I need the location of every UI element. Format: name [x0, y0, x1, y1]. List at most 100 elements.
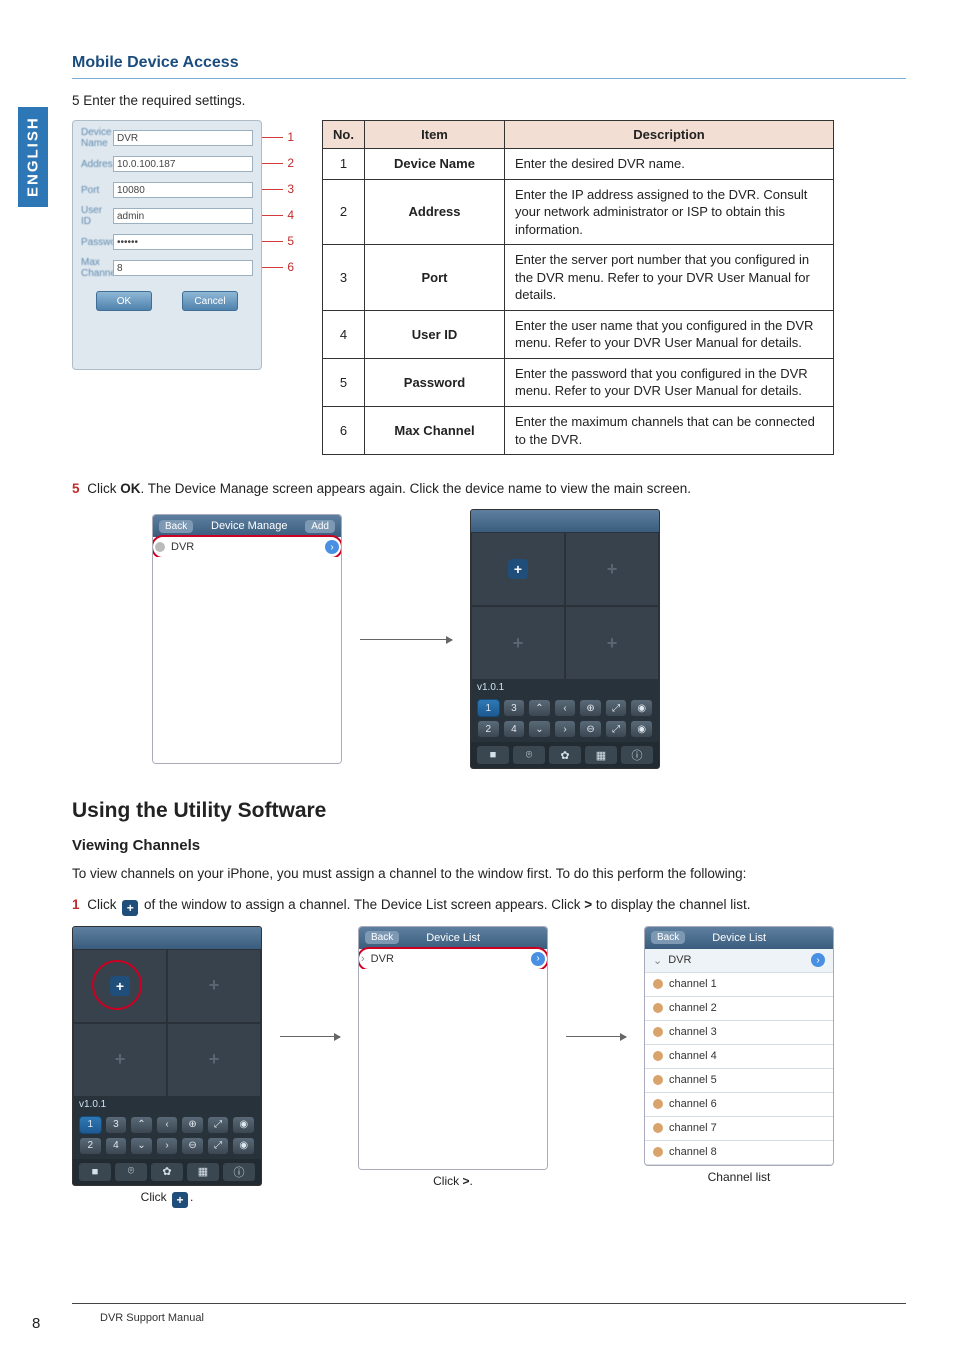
- label-max: Max Channel: [81, 257, 113, 279]
- zoom-out-button[interactable]: ⊖: [181, 1137, 204, 1155]
- info-button[interactable]: ⓘ: [621, 746, 653, 764]
- add-placeholder-icon[interactable]: +: [209, 1049, 220, 1070]
- add-placeholder-icon[interactable]: +: [209, 975, 220, 996]
- th-no: No.: [323, 121, 365, 149]
- camera-icon: [653, 1147, 663, 1157]
- callout-circle: [92, 960, 142, 1010]
- ok-button[interactable]: OK: [96, 291, 152, 311]
- camera-icon: [653, 1075, 663, 1085]
- channel-row[interactable]: channel 6: [645, 1093, 833, 1117]
- chevron-icon[interactable]: ›: [325, 540, 339, 554]
- channel-row[interactable]: channel 2: [645, 997, 833, 1021]
- expand-icon[interactable]: ›: [531, 952, 545, 966]
- description-table: No. Item Description 1Device NameEnter t…: [322, 120, 834, 455]
- label-device-name: Device Name: [81, 127, 113, 149]
- layout-4-button[interactable]: 4: [503, 720, 526, 738]
- device-name: DVR: [371, 953, 394, 965]
- fullscreen-button[interactable]: ⤢: [605, 699, 628, 717]
- footer-text: DVR Support Manual: [100, 1312, 204, 1324]
- input-address[interactable]: [113, 156, 253, 172]
- grid-button[interactable]: ▦: [585, 746, 617, 764]
- camera-button[interactable]: ⌾: [513, 746, 545, 764]
- down-button[interactable]: ⌄: [130, 1137, 153, 1155]
- plus-icon: +: [172, 1192, 188, 1208]
- input-device-name[interactable]: [113, 130, 253, 146]
- channel-row[interactable]: channel 5: [645, 1069, 833, 1093]
- fit-button[interactable]: ⤢: [605, 720, 628, 738]
- lead-5: 5: [287, 234, 294, 248]
- zoom-out-button[interactable]: ⊖: [579, 720, 602, 738]
- stop-rec-button[interactable]: ◉: [232, 1137, 255, 1155]
- device-row[interactable]: ⌄ DVR ›: [645, 949, 833, 973]
- add-placeholder-icon[interactable]: +: [607, 559, 618, 580]
- utility-heading: Using the Utility Software: [72, 799, 906, 823]
- zoom-in-button[interactable]: ⊕: [181, 1116, 204, 1134]
- right-button[interactable]: ›: [554, 720, 577, 738]
- input-password[interactable]: [113, 234, 253, 250]
- add-channel-icon[interactable]: +: [508, 559, 528, 579]
- device-row[interactable]: DVR ›: [152, 535, 342, 559]
- record-button[interactable]: ◉: [232, 1116, 255, 1134]
- back-button[interactable]: Back: [159, 520, 193, 533]
- input-user[interactable]: [113, 208, 253, 224]
- callout-leads: 1 2 3 4 5 6: [262, 120, 294, 455]
- input-port[interactable]: [113, 182, 253, 198]
- device-list-screenshot: Back Device List › DVR ›: [358, 926, 548, 1170]
- left-button[interactable]: ‹: [554, 699, 577, 717]
- caption-b: Click >.: [358, 1174, 548, 1188]
- channel-row[interactable]: channel 3: [645, 1021, 833, 1045]
- fullscreen-button[interactable]: ⤢: [207, 1116, 230, 1134]
- cancel-button[interactable]: Cancel: [182, 291, 238, 311]
- layout-1-button[interactable]: 1: [477, 699, 500, 717]
- chevron-down-icon: ⌄: [653, 954, 662, 967]
- grid-button[interactable]: ▦: [187, 1163, 219, 1181]
- fit-button[interactable]: ⤢: [207, 1137, 230, 1155]
- info-button[interactable]: ⓘ: [223, 1163, 255, 1181]
- device-name: DVR: [668, 954, 691, 966]
- channel-row[interactable]: channel 7: [645, 1117, 833, 1141]
- camera-icon: [653, 979, 663, 989]
- back-button[interactable]: Back: [365, 931, 399, 944]
- lead-4: 4: [287, 208, 294, 222]
- add-placeholder-icon[interactable]: +: [115, 1049, 126, 1070]
- viewer-screenshot: + + + + v1.0.1 1 3 ⌃ ‹ ⊕ ⤢ ◉ 2 4 ⌄ › ⊖ ⤢…: [470, 509, 660, 769]
- caption-c: Channel list: [644, 1170, 834, 1184]
- settings-button[interactable]: ✿: [151, 1163, 183, 1181]
- device-name: DVR: [171, 541, 194, 553]
- expand-icon[interactable]: ›: [811, 953, 825, 967]
- channel-row[interactable]: channel 4: [645, 1045, 833, 1069]
- up-button[interactable]: ⌃: [130, 1116, 153, 1134]
- left-button[interactable]: ‹: [156, 1116, 179, 1134]
- up-button[interactable]: ⌃: [528, 699, 551, 717]
- layout-2-button[interactable]: 2: [477, 720, 500, 738]
- zoom-in-button[interactable]: ⊕: [579, 699, 602, 717]
- divider: [72, 78, 906, 79]
- layout-3-button[interactable]: 3: [503, 699, 526, 717]
- add-button[interactable]: Add: [305, 520, 335, 533]
- stop-rec-button[interactable]: ◉: [630, 720, 653, 738]
- input-max[interactable]: [113, 260, 253, 276]
- camera-button[interactable]: ⌾: [115, 1163, 147, 1181]
- plus-icon: +: [122, 900, 138, 916]
- layout-2-button[interactable]: 2: [79, 1137, 102, 1155]
- stop-button[interactable]: ■: [79, 1163, 111, 1181]
- right-button[interactable]: ›: [156, 1137, 179, 1155]
- add-placeholder-icon[interactable]: +: [513, 633, 524, 654]
- channel-row[interactable]: channel 1: [645, 973, 833, 997]
- layout-3-button[interactable]: 3: [105, 1116, 128, 1134]
- arrow-icon: [360, 639, 452, 640]
- device-row[interactable]: › DVR ›: [358, 947, 548, 971]
- down-button[interactable]: ⌄: [528, 720, 551, 738]
- add-placeholder-icon[interactable]: +: [607, 633, 618, 654]
- layout-1-button[interactable]: 1: [79, 1116, 102, 1134]
- settings-button[interactable]: ✿: [549, 746, 581, 764]
- channel-row[interactable]: channel 8: [645, 1141, 833, 1165]
- label-password: Password: [81, 237, 113, 248]
- table-row: 4User IDEnter the user name that you con…: [323, 310, 834, 358]
- record-button[interactable]: ◉: [630, 699, 653, 717]
- layout-4-button[interactable]: 4: [105, 1137, 128, 1155]
- stop-button[interactable]: ■: [477, 746, 509, 764]
- viewing-channels-heading: Viewing Channels: [72, 837, 906, 854]
- status-icon: [155, 542, 165, 552]
- back-button[interactable]: Back: [651, 931, 685, 944]
